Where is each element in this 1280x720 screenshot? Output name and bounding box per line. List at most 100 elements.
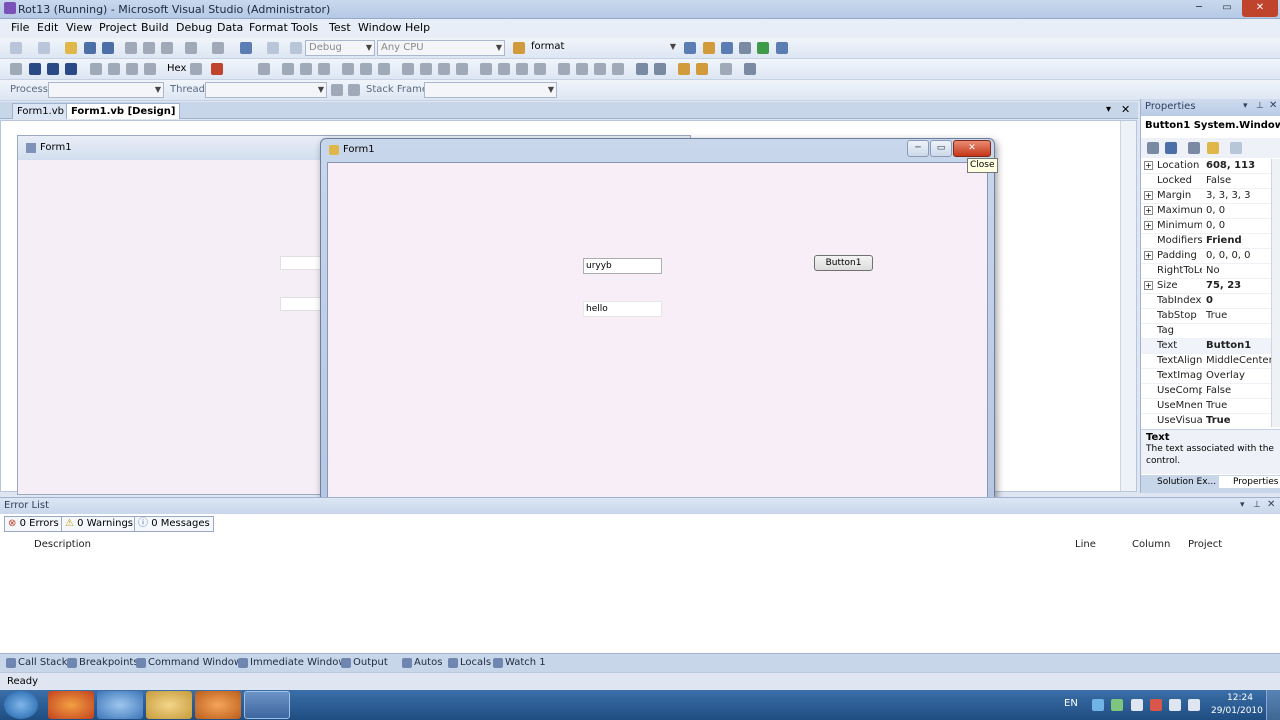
redo-icon[interactable] [212, 42, 224, 54]
events-icon[interactable] [1207, 142, 1219, 154]
form-minimize-button[interactable]: ─ [907, 140, 929, 157]
bring-to-front-icon[interactable] [678, 63, 690, 75]
filter-icon[interactable] [331, 84, 343, 96]
property-row-selected[interactable]: Text Button1 [1141, 339, 1271, 354]
property-row[interactable]: TabIndex 0 [1141, 294, 1271, 309]
toolbox-icon[interactable] [739, 42, 751, 54]
tab-immediate-window[interactable]: Immediate Window [236, 656, 347, 671]
property-value[interactable]: True [1206, 309, 1227, 323]
property-value[interactable]: False [1206, 384, 1231, 398]
lock-controls-icon[interactable] [720, 63, 732, 75]
firefox-taskbar-button[interactable] [48, 691, 94, 719]
auto-hide-icon[interactable]: ⊥ [1253, 500, 1261, 510]
property-row[interactable]: TextImageRelation Overlay [1141, 369, 1271, 384]
volume-icon[interactable] [1188, 699, 1200, 711]
designer-textbox2[interactable] [280, 297, 324, 311]
solution-explorer-icon[interactable] [703, 42, 715, 54]
add-item-icon[interactable] [38, 42, 50, 54]
find-in-files-icon[interactable] [684, 42, 696, 54]
property-value[interactable]: 75, 23 [1206, 279, 1241, 293]
property-row[interactable]: Locked False [1141, 174, 1271, 189]
expand-icon[interactable]: + [1144, 161, 1153, 170]
menu-data[interactable]: Data [217, 21, 243, 34]
thread-select[interactable]: ▼ [205, 82, 327, 98]
open-icon[interactable] [65, 42, 77, 54]
remove-v-spacing-icon[interactable] [612, 63, 624, 75]
start-icon[interactable] [290, 42, 302, 54]
form-close-button[interactable]: ✕ [953, 140, 991, 157]
disassembly-icon[interactable] [190, 63, 202, 75]
align-grid-icon[interactable] [258, 63, 270, 75]
tab-dropdown-icon[interactable]: ▾ [1106, 104, 1111, 115]
stack-frame-select[interactable]: ▼ [424, 82, 557, 98]
network-tray-icon[interactable] [1092, 699, 1104, 711]
action-center-icon[interactable] [1150, 699, 1162, 711]
textbox-output[interactable]: uryyb [583, 258, 662, 274]
align-centers-icon[interactable] [300, 63, 312, 75]
menu-tools[interactable]: Tools [291, 21, 318, 34]
decrease-h-spacing-icon[interactable] [516, 63, 528, 75]
center-horizontally-icon[interactable] [636, 63, 648, 75]
tab-watch-1[interactable]: Watch 1 [491, 656, 546, 671]
property-value[interactable]: 0, 0 [1206, 204, 1225, 218]
property-value[interactable]: Overlay [1206, 369, 1245, 383]
size-to-grid-icon[interactable] [456, 63, 468, 75]
alphabetical-icon[interactable] [1165, 142, 1177, 154]
tab-form1-design[interactable]: Form1.vb [Design] [66, 103, 181, 119]
align-bottoms-icon[interactable] [378, 63, 390, 75]
panel-dropdown-icon[interactable]: ▾ [1240, 500, 1245, 510]
step-over-icon[interactable] [126, 63, 138, 75]
save-icon[interactable] [84, 42, 96, 54]
expand-icon[interactable]: + [1144, 251, 1153, 260]
process-select[interactable]: ▼ [48, 82, 164, 98]
step-out-icon[interactable] [144, 63, 156, 75]
copy-icon[interactable] [143, 42, 155, 54]
media-taskbar-button[interactable] [195, 691, 241, 719]
break-all-icon[interactable] [29, 63, 41, 75]
minimize-button[interactable]: ─ [1186, 0, 1212, 17]
tab-output[interactable]: Output [339, 656, 388, 671]
form-maximize-button[interactable]: ▭ [930, 140, 952, 157]
property-value[interactable]: 0, 0 [1206, 219, 1225, 233]
continue-icon[interactable] [10, 63, 22, 75]
expand-icon[interactable]: + [1144, 206, 1153, 215]
explorer-taskbar-button[interactable] [146, 691, 192, 719]
column-line[interactable]: Line [1075, 539, 1096, 550]
menu-edit[interactable]: Edit [37, 21, 58, 34]
tab-properties[interactable]: Properties [1219, 476, 1280, 488]
network-icon[interactable] [1169, 699, 1181, 711]
errors-filter-button[interactable]: ⊗ 0 Errors [4, 516, 63, 532]
new-project-icon[interactable] [10, 42, 22, 54]
textbox-input[interactable]: hello [583, 301, 662, 317]
menu-format[interactable]: Format [249, 21, 288, 34]
tab-order-icon[interactable] [744, 63, 756, 75]
start-button[interactable] [4, 691, 38, 719]
close-window-button[interactable]: ✕ [1242, 0, 1278, 17]
panel-dropdown-icon[interactable]: ▾ [1243, 101, 1248, 111]
clock-time[interactable]: 12:24 [1223, 693, 1257, 703]
column-description[interactable]: Description [34, 539, 91, 550]
tray-icon[interactable] [1111, 699, 1123, 711]
step-into-icon[interactable] [108, 63, 120, 75]
close-panel-icon[interactable]: ✕ [1269, 100, 1277, 111]
tray-icon[interactable] [1131, 699, 1143, 711]
property-value[interactable]: 0 [1206, 294, 1213, 308]
undo-icon[interactable] [185, 42, 197, 54]
menu-window[interactable]: Window [358, 21, 401, 34]
property-value[interactable]: Button1 [1206, 339, 1251, 353]
menu-debug[interactable]: Debug [176, 21, 212, 34]
close-panel-icon[interactable]: ✕ [1267, 499, 1275, 510]
make-same-width-icon[interactable] [402, 63, 414, 75]
language-indicator[interactable]: EN [1064, 698, 1078, 709]
auto-hide-icon[interactable]: ⊥ [1256, 101, 1264, 111]
property-row[interactable]: TextAlign MiddleCenter [1141, 354, 1271, 369]
property-row[interactable]: UseVisualStyleBackColor True [1141, 414, 1271, 427]
property-row[interactable]: + Margin 3, 3, 3, 3 [1141, 189, 1271, 204]
property-value[interactable]: 3, 3, 3, 3 [1206, 189, 1251, 203]
button1[interactable]: Button1 [814, 255, 873, 271]
column-project[interactable]: Project [1188, 539, 1222, 550]
navigate-icon[interactable] [240, 42, 252, 54]
property-row[interactable]: RightToLeft No [1141, 264, 1271, 279]
menu-help[interactable]: Help [405, 21, 430, 34]
expand-icon[interactable]: + [1144, 281, 1153, 290]
